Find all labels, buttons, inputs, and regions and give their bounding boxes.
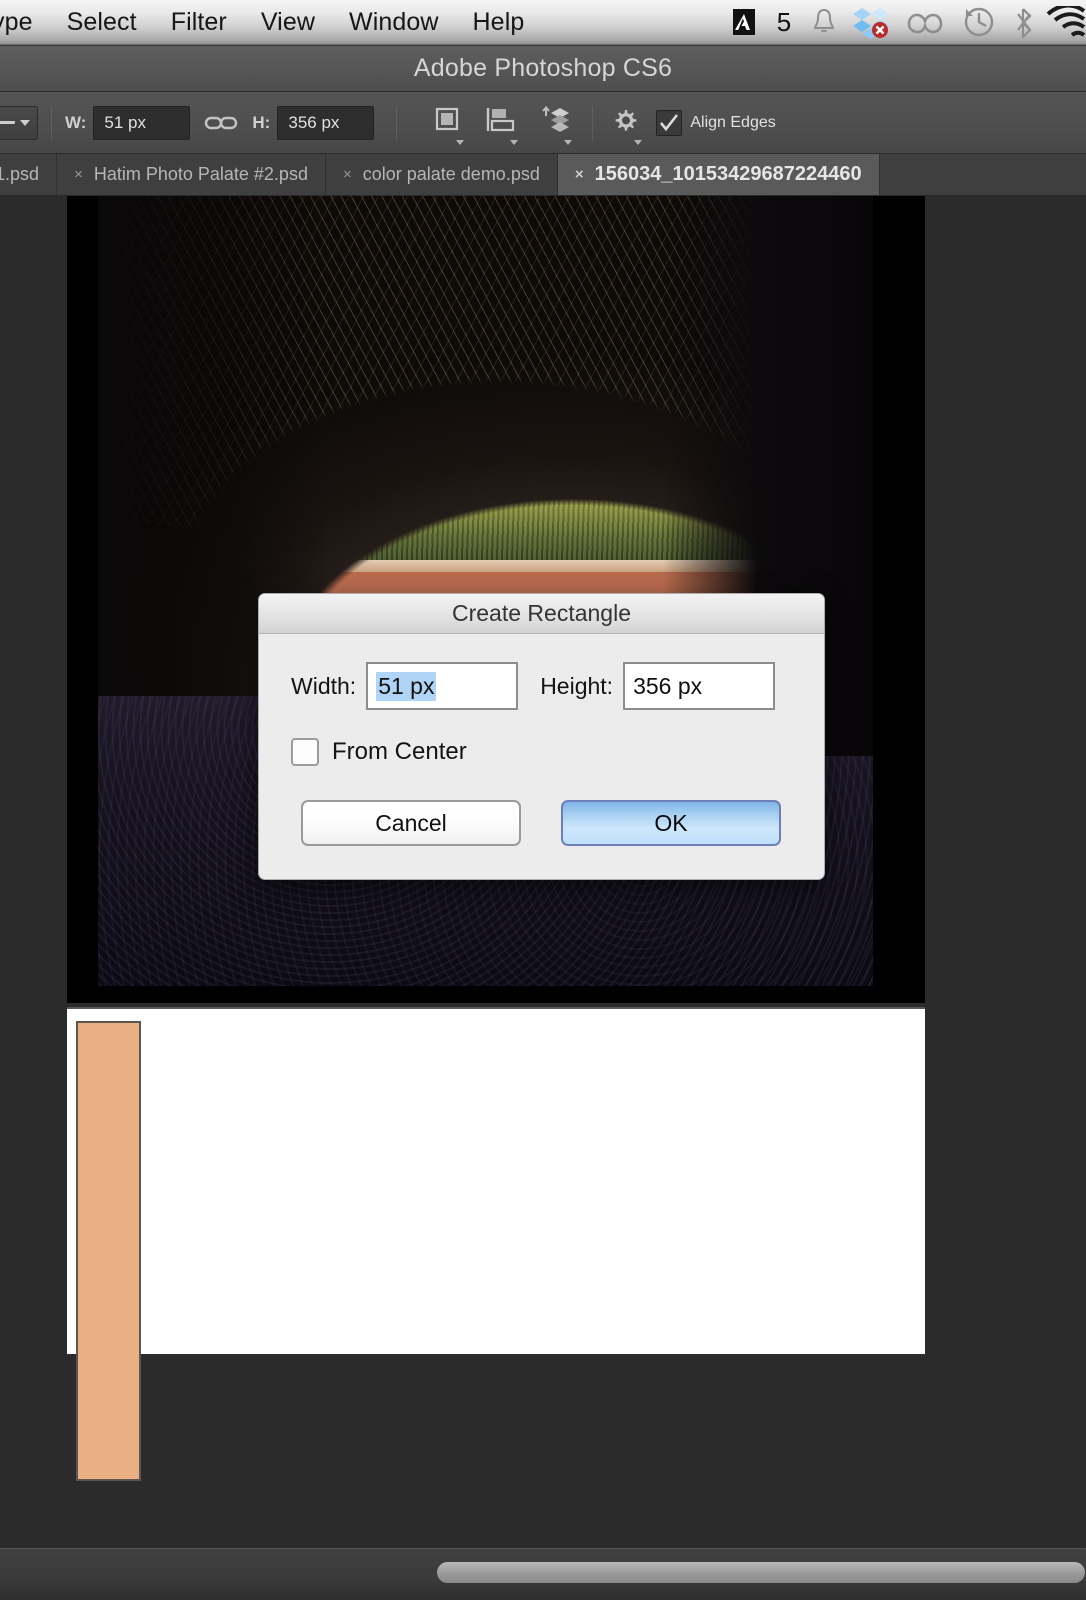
dialog-button-row: Cancel OK	[291, 800, 794, 846]
tab-label: Hatim Photo Palate #2.psd	[93, 164, 308, 184]
dialog-size-row: Width: 51 px Height: 356 px	[291, 662, 794, 710]
macos-menu-bar: ype Select Filter View Window Help 5	[0, 0, 1086, 45]
divider	[396, 105, 398, 140]
path-arrangement-icon[interactable]	[536, 103, 574, 145]
wifi-icon[interactable]	[1046, 0, 1086, 45]
bell-icon[interactable]	[804, 0, 844, 45]
link-icon[interactable]	[204, 113, 238, 133]
divider	[592, 105, 594, 140]
dialog-height-input[interactable]: 356 px	[623, 662, 776, 710]
dialog-width-input[interactable]: 51 px	[366, 662, 519, 710]
photoshop-window: ype Select Filter View Window Help 5	[0, 0, 1086, 1600]
options-bar: W: 51 px H: 356 px Align Edges	[0, 92, 1086, 154]
tab-label: color palate demo.psd	[362, 164, 540, 184]
macos-status-icons: 5	[724, 0, 1086, 45]
rectangle-shape[interactable]	[76, 1021, 141, 1481]
height-input[interactable]: 356 px	[277, 105, 375, 140]
path-operations-icon[interactable]	[428, 103, 466, 145]
ok-button[interactable]: OK	[561, 800, 781, 846]
tab-hatim-photo-palate-2[interactable]: × Hatim Photo Palate #2.psd	[57, 154, 326, 195]
tab-color-palate-demo[interactable]: × color palate demo.psd	[325, 154, 558, 195]
time-machine-icon[interactable]	[952, 0, 1006, 45]
tab-label: 156034_10153429687224460	[594, 163, 862, 185]
chevron-down-icon	[564, 139, 573, 145]
divider	[51, 105, 52, 140]
dialog-width-label: Width:	[291, 672, 357, 699]
horizontal-scrollbar-thumb[interactable]	[437, 1562, 1085, 1583]
menu-select[interactable]: Select	[50, 8, 154, 37]
menu-window[interactable]: Window	[332, 8, 456, 37]
app-title: Adobe Photoshop CS6	[413, 54, 673, 82]
height-label: H:	[252, 112, 271, 132]
create-rectangle-dialog[interactable]: Create Rectangle Width: 51 px Height: 35…	[258, 593, 825, 880]
close-icon[interactable]: ×	[575, 166, 584, 183]
dropbox-icon[interactable]	[844, 0, 898, 45]
chevron-down-icon	[634, 139, 643, 145]
tab-hatim-photo-palate-1[interactable]: e #1.psd	[0, 154, 58, 195]
dialog-body: Width: 51 px Height: 356 px From Center …	[259, 634, 824, 846]
gear-icon[interactable]	[606, 103, 644, 145]
shape-stroke-dropdown[interactable]	[0, 105, 38, 140]
document-tab-bar: e #1.psd × Hatim Photo Palate #2.psd × c…	[0, 154, 1086, 196]
stroke-line-icon	[0, 121, 15, 124]
dialog-from-center-row: From Center	[291, 738, 794, 766]
dialog-width-value: 51 px	[376, 671, 437, 701]
bluetooth-icon[interactable]	[1006, 0, 1046, 45]
macos-menu-list: ype Select Filter View Window Help	[0, 8, 541, 37]
dialog-title: Create Rectangle	[452, 600, 631, 626]
cancel-button[interactable]: Cancel	[301, 800, 521, 846]
close-icon[interactable]: ×	[74, 166, 83, 183]
width-input[interactable]: 51 px	[93, 105, 191, 140]
chevron-down-icon	[456, 139, 465, 145]
close-icon[interactable]: ×	[343, 166, 352, 183]
width-label: W:	[65, 112, 87, 132]
from-center-label: From Center	[332, 738, 467, 765]
path-tools-group	[428, 103, 574, 145]
menu-view[interactable]: View	[244, 8, 332, 37]
chevron-down-icon	[510, 139, 519, 145]
tab-156034-active[interactable]: × 156034_10153429687224460	[557, 154, 880, 195]
path-alignment-icon[interactable]	[482, 103, 520, 145]
align-edges-checkbox[interactable]	[656, 109, 683, 136]
dialog-height-value: 356 px	[633, 672, 703, 699]
creative-cloud-icon[interactable]	[898, 0, 952, 45]
dialog-height-label: Height:	[540, 672, 614, 699]
notification-count: 5	[776, 6, 792, 37]
menu-type[interactable]: ype	[0, 8, 50, 37]
menu-filter[interactable]: Filter	[154, 8, 244, 37]
align-edges-label: Align Edges	[690, 113, 776, 131]
menu-help[interactable]: Help	[456, 8, 542, 37]
app-title-bar: Adobe Photoshop CS6	[0, 45, 1086, 92]
chevron-down-icon	[19, 119, 30, 126]
tab-label: e #1.psd	[0, 164, 40, 184]
shape-document-window[interactable]	[67, 1007, 925, 1481]
from-center-checkbox[interactable]	[291, 738, 319, 766]
dialog-title-bar: Create Rectangle	[259, 594, 824, 634]
adobe-logo-icon[interactable]	[724, 0, 764, 45]
